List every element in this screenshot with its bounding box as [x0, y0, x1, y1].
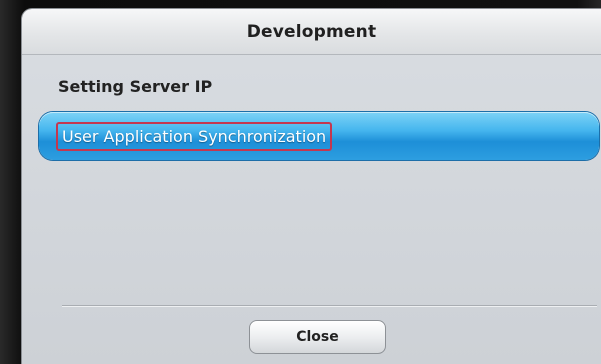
menu-item-user-application-synchronization[interactable]: User Application Synchronization	[39, 112, 599, 160]
development-dialog: Development Setting Server IP User Appli…	[22, 9, 601, 364]
dialog-titlebar: Development	[22, 9, 601, 55]
dialog-title: Development	[246, 21, 377, 42]
close-button[interactable]: Close	[249, 320, 386, 354]
menu-item-label: User Application Synchronization	[56, 122, 333, 151]
divider	[62, 305, 597, 306]
menu-item-setting-server-ip[interactable]: Setting Server IP	[58, 77, 212, 96]
